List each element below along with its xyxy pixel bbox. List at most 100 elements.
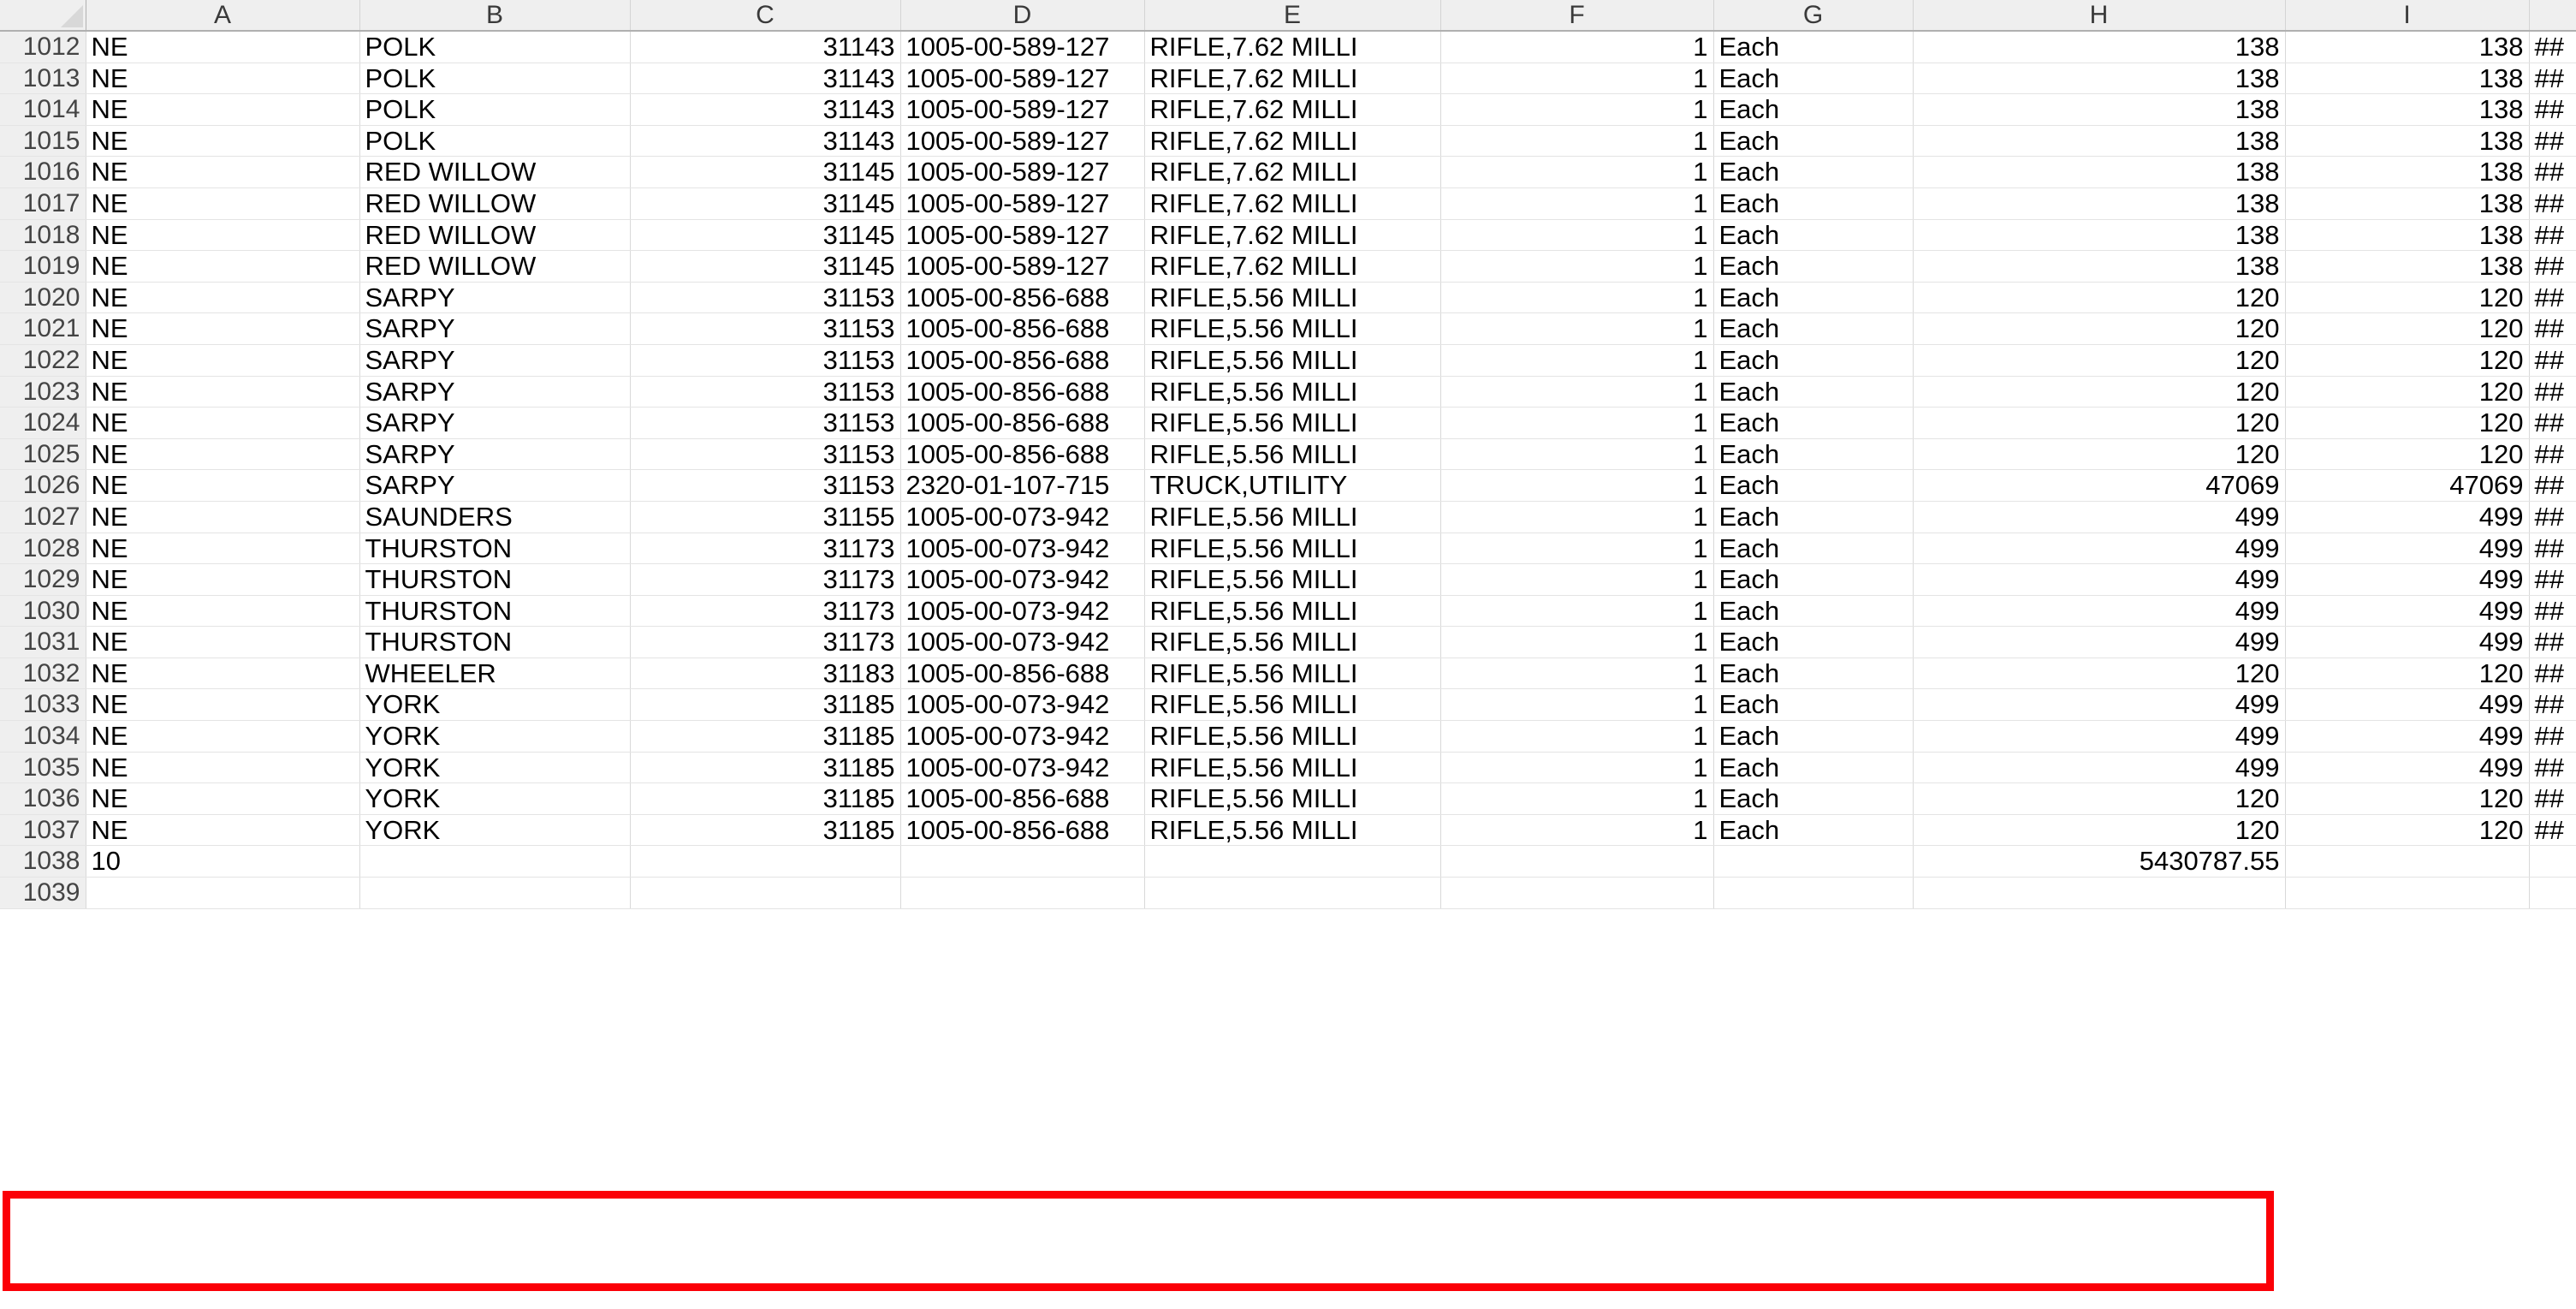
table-row[interactable]: 1019 NE RED WILLOW 31145 1005-00-589-127 RIFL… bbox=[0, 250, 2576, 283]
cell-h[interactable]: 120 bbox=[1913, 657, 2286, 690]
cell-i[interactable]: 499 bbox=[2285, 688, 2530, 722]
cell-overflow[interactable]: ## bbox=[2529, 187, 2576, 220]
column-header-a[interactable]: A bbox=[86, 0, 360, 32]
cell-g[interactable]: Each bbox=[1713, 125, 1914, 158]
cell-g[interactable]: Each bbox=[1713, 626, 1914, 658]
cell-i[interactable]: 120 bbox=[2285, 376, 2530, 408]
cell-a[interactable]: NE bbox=[86, 752, 360, 784]
table-row[interactable]: 1014 NE POLK 31143 1005-00-589-127 RIFLE,7.62… bbox=[0, 93, 2576, 126]
cell-g[interactable]: Each bbox=[1713, 282, 1914, 314]
cell-c[interactable] bbox=[630, 877, 901, 909]
cell-c[interactable]: 31143 bbox=[630, 93, 901, 126]
cell-i[interactable]: 120 bbox=[2285, 438, 2530, 471]
cell-f[interactable]: 1 bbox=[1440, 62, 1714, 95]
cell-f[interactable]: 1 bbox=[1440, 469, 1714, 502]
table-row[interactable]: 1029 NE THURSTON 31173 1005-00-073-942 RIFLE,… bbox=[0, 563, 2576, 596]
cell-i[interactable]: 138 bbox=[2285, 31, 2530, 63]
column-header-f[interactable]: F bbox=[1440, 0, 1714, 32]
cell-i[interactable]: 120 bbox=[2285, 657, 2530, 690]
cell-c[interactable]: 31153 bbox=[630, 407, 901, 439]
cell-f[interactable]: 1 bbox=[1440, 376, 1714, 408]
cell-d[interactable]: 1005-00-589-127 bbox=[900, 125, 1145, 158]
cell-a[interactable]: NE bbox=[86, 376, 360, 408]
row-header[interactable]: 1018 bbox=[0, 219, 86, 252]
cell-i[interactable]: 138 bbox=[2285, 187, 2530, 220]
row-header[interactable]: 1039 bbox=[0, 877, 86, 909]
table-row[interactable]: 1037 NE YORK 31185 1005-00-856-688 RIFLE,5.56… bbox=[0, 814, 2576, 847]
table-row[interactable]: 1016 NE RED WILLOW 31145 1005-00-589-127 RIFL… bbox=[0, 156, 2576, 188]
cell-d[interactable]: 1005-00-856-688 bbox=[900, 282, 1145, 314]
cell-g[interactable]: Each bbox=[1713, 344, 1914, 377]
cell-h[interactable]: 499 bbox=[1913, 688, 2286, 722]
cell-g[interactable]: Each bbox=[1713, 501, 1914, 533]
row-header[interactable]: 1021 bbox=[0, 312, 86, 345]
cell-g[interactable] bbox=[1713, 845, 1914, 878]
cell-a[interactable]: NE bbox=[86, 720, 360, 753]
cell-b[interactable]: POLK bbox=[359, 93, 631, 126]
table-row[interactable]: 1018 NE RED WILLOW 31145 1005-00-589-127 RIFL… bbox=[0, 219, 2576, 252]
cell-a[interactable]: NE bbox=[86, 595, 360, 628]
cell-f[interactable]: 1 bbox=[1440, 407, 1714, 439]
cell-b[interactable]: YORK bbox=[359, 688, 631, 722]
cell-f[interactable]: 1 bbox=[1440, 312, 1714, 345]
cell-overflow[interactable]: ## bbox=[2529, 93, 2576, 126]
cell-g[interactable]: Each bbox=[1713, 62, 1914, 95]
cell-d[interactable]: 1005-00-589-127 bbox=[900, 250, 1145, 283]
cell-f[interactable]: 1 bbox=[1440, 752, 1714, 784]
cell-b[interactable]: POLK bbox=[359, 125, 631, 158]
cell-g[interactable]: Each bbox=[1713, 312, 1914, 345]
cell-f[interactable]: 1 bbox=[1440, 563, 1714, 596]
spreadsheet-grid[interactable]: A B C D E F G H I 1012 NE POLK 31143 1005-00… bbox=[0, 0, 2576, 909]
cell-i[interactable]: 138 bbox=[2285, 62, 2530, 95]
cell-f[interactable]: 1 bbox=[1440, 626, 1714, 658]
cell-h[interactable]: 499 bbox=[1913, 501, 2286, 533]
cell-g[interactable]: Each bbox=[1713, 156, 1914, 188]
cell-overflow[interactable]: ## bbox=[2529, 407, 2576, 439]
cell-e[interactable]: RIFLE,5.56 MILLI bbox=[1144, 344, 1441, 377]
cell-i[interactable]: 499 bbox=[2285, 595, 2530, 628]
cell-h[interactable] bbox=[1913, 877, 2286, 909]
cell-overflow[interactable]: ## bbox=[2529, 595, 2576, 628]
cell-h[interactable]: 499 bbox=[1913, 752, 2286, 784]
table-row[interactable]: 1033 NE YORK 31185 1005-00-073-942 RIFLE,5.56… bbox=[0, 688, 2576, 722]
cell-h[interactable]: 138 bbox=[1913, 62, 2286, 95]
row-header[interactable]: 1031 bbox=[0, 626, 86, 658]
cell-h[interactable]: 120 bbox=[1913, 376, 2286, 408]
cell-b[interactable]: SARPY bbox=[359, 344, 631, 377]
cell-a[interactable]: NE bbox=[86, 501, 360, 533]
cell-b[interactable]: THURSTON bbox=[359, 626, 631, 658]
cell-b[interactable]: SARPY bbox=[359, 438, 631, 471]
table-row[interactable]: 1012 NE POLK 31143 1005-00-589-127 RIFLE,7.62… bbox=[0, 31, 2576, 63]
cell-overflow[interactable]: ## bbox=[2529, 125, 2576, 158]
cell-c[interactable]: 31143 bbox=[630, 62, 901, 95]
cell-c[interactable]: 31173 bbox=[630, 626, 901, 658]
cell-h[interactable]: 499 bbox=[1913, 563, 2286, 596]
cell-overflow[interactable]: ## bbox=[2529, 563, 2576, 596]
cell-a[interactable]: NE bbox=[86, 533, 360, 565]
cell-g[interactable]: Each bbox=[1713, 93, 1914, 126]
cell-e[interactable]: RIFLE,5.56 MILLI bbox=[1144, 376, 1441, 408]
cell-c[interactable] bbox=[630, 845, 901, 878]
cell-i[interactable]: 499 bbox=[2285, 563, 2530, 596]
cell-d[interactable]: 1005-00-856-688 bbox=[900, 782, 1145, 815]
cell-d[interactable]: 1005-00-856-688 bbox=[900, 312, 1145, 345]
cell-i[interactable]: 138 bbox=[2285, 93, 2530, 126]
table-row[interactable]: 1030 NE THURSTON 31173 1005-00-073-942 RIFLE,… bbox=[0, 595, 2576, 628]
cell-f[interactable]: 1 bbox=[1440, 688, 1714, 722]
cell-b[interactable]: YORK bbox=[359, 752, 631, 784]
cell-b[interactable]: THURSTON bbox=[359, 595, 631, 628]
cell-overflow[interactable]: ## bbox=[2529, 501, 2576, 533]
cell-e[interactable]: RIFLE,5.56 MILLI bbox=[1144, 312, 1441, 345]
cell-c[interactable]: 31173 bbox=[630, 533, 901, 565]
table-row[interactable]: 1034 NE YORK 31185 1005-00-073-942 RIFLE,5.56… bbox=[0, 720, 2576, 753]
cell-c[interactable]: 31143 bbox=[630, 31, 901, 63]
column-header-e[interactable]: E bbox=[1144, 0, 1441, 32]
cell-b[interactable]: SAUNDERS bbox=[359, 501, 631, 533]
cell-d[interactable]: 1005-00-073-942 bbox=[900, 752, 1145, 784]
cell-e[interactable]: RIFLE,7.62 MILLI bbox=[1144, 219, 1441, 252]
cell-f[interactable]: 1 bbox=[1440, 720, 1714, 753]
row-header[interactable]: 1029 bbox=[0, 563, 86, 596]
cell-g[interactable]: Each bbox=[1713, 720, 1914, 753]
cell-a[interactable]: NE bbox=[86, 782, 360, 815]
cell-e[interactable]: RIFLE,5.56 MILLI bbox=[1144, 282, 1441, 314]
